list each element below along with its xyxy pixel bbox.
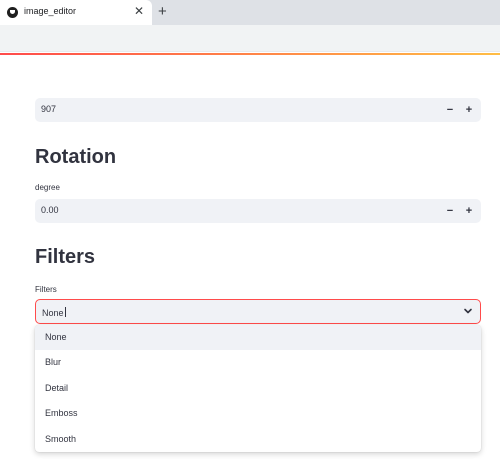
- filters-label: Filters: [35, 285, 57, 294]
- filter-option-emboss[interactable]: Emboss: [35, 401, 481, 426]
- filters-dropdown-menu: None Blur Detail Emboss Smooth: [35, 325, 481, 452]
- degree-label: degree: [35, 183, 60, 192]
- tab-title: image_editor: [24, 6, 77, 16]
- filters-header: Filters: [35, 246, 96, 268]
- tab-close-icon[interactable]: ✕: [134, 4, 144, 18]
- filter-option-none[interactable]: None: [35, 325, 481, 351]
- new-tab-button[interactable]: +: [158, 2, 167, 22]
- filters-select-value[interactable]: None: [42, 307, 66, 318]
- streamlit-favicon-icon: [7, 7, 18, 18]
- increment-button[interactable]: +: [460, 101, 478, 119]
- filter-option-blur[interactable]: Blur: [35, 350, 481, 375]
- decrement-button[interactable]: −: [441, 101, 459, 119]
- degree-decrement-button[interactable]: −: [441, 202, 459, 220]
- text-cursor: [64, 307, 66, 317]
- chevron-down-icon[interactable]: [462, 305, 474, 317]
- degree-input[interactable]: 0.00 − +: [35, 199, 481, 223]
- app-decoration-bar: [0, 53, 500, 55]
- number-input[interactable]: 907 − +: [35, 98, 481, 122]
- filter-option-smooth[interactable]: Smooth: [35, 427, 481, 452]
- rotation-header: Rotation: [35, 146, 117, 168]
- browser-toolbar: [0, 25, 500, 52]
- browser-tab[interactable]: image_editor ✕: [0, 0, 152, 25]
- browser-tab-bar: image_editor ✕ +: [0, 0, 500, 25]
- filter-option-detail[interactable]: Detail: [35, 376, 481, 401]
- degree-input-value[interactable]: 0.00: [41, 205, 59, 215]
- filters-select[interactable]: None: [35, 299, 481, 324]
- number-input-value[interactable]: 907: [41, 104, 56, 114]
- degree-increment-button[interactable]: +: [460, 202, 478, 220]
